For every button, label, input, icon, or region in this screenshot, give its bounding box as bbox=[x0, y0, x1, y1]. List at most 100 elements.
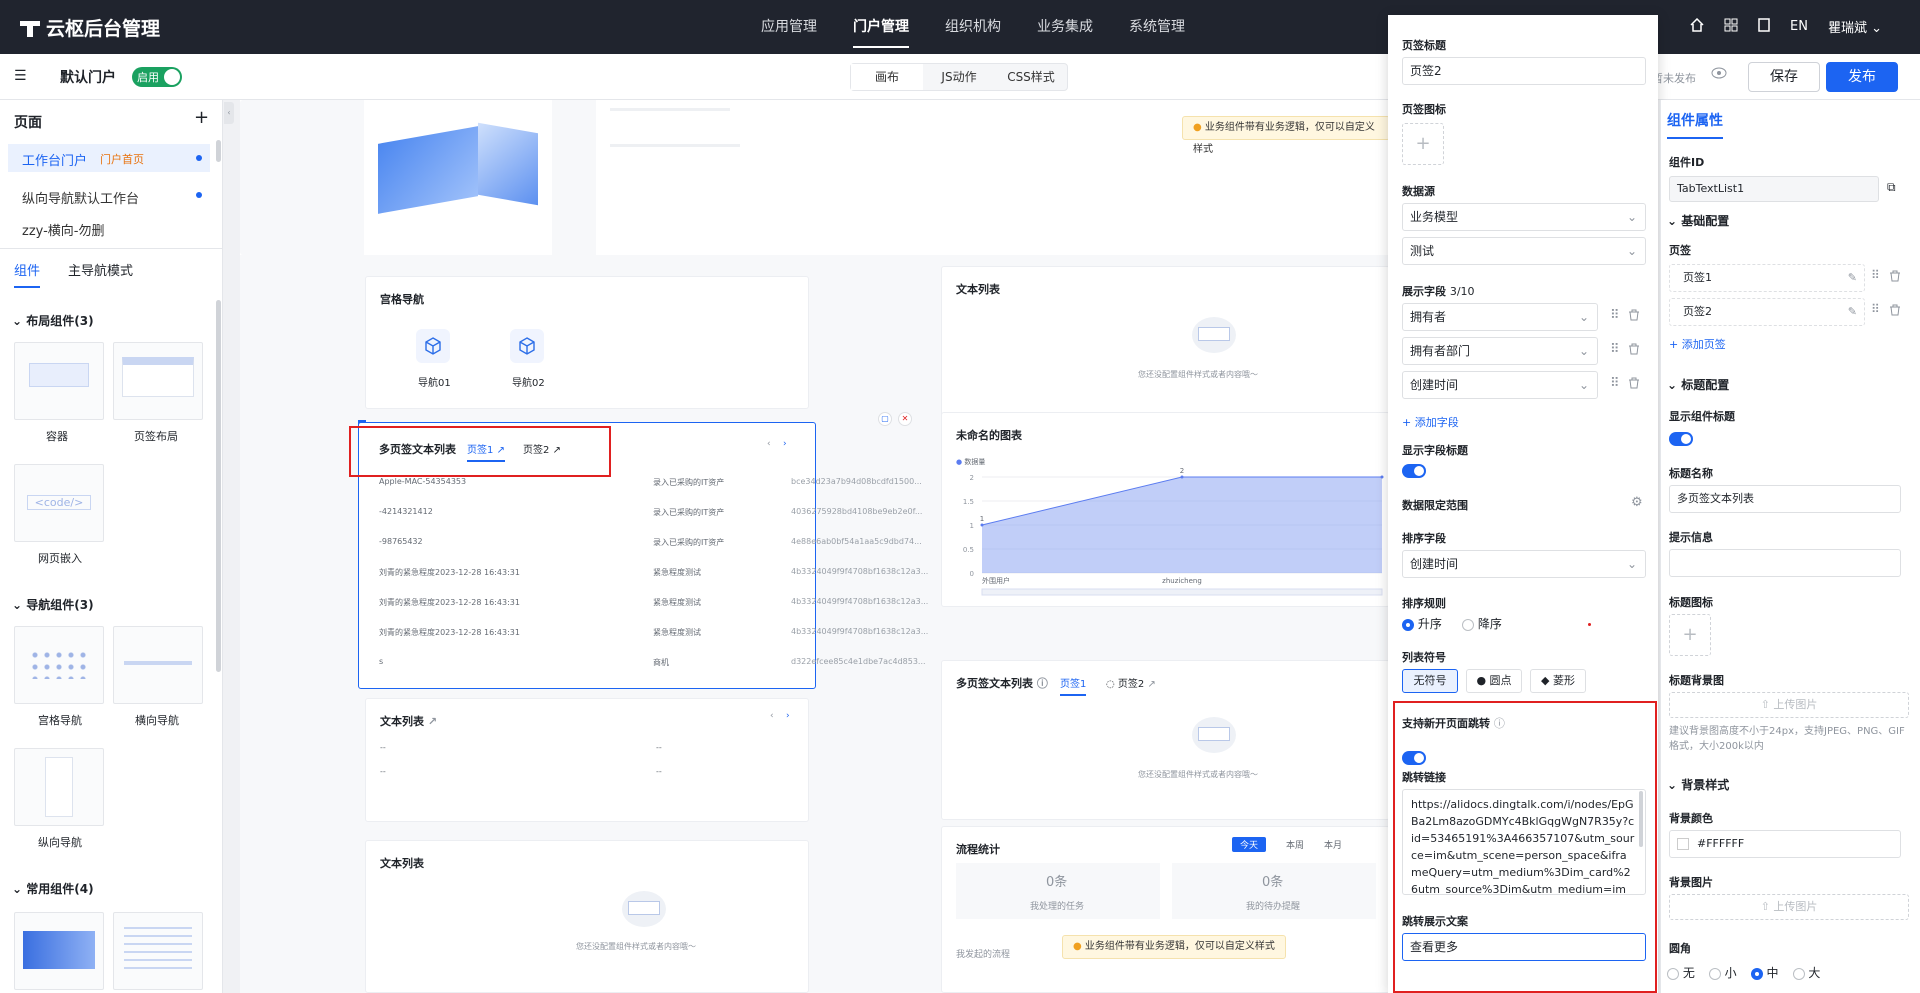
jump-text-input[interactable]: 查看更多 bbox=[1402, 933, 1646, 961]
source-model-select[interactable]: 测试 bbox=[1402, 237, 1646, 265]
menu-fold-icon[interactable]: ☰ bbox=[14, 68, 27, 84]
table-row[interactable]: 刘青的紧急程度2023-12-28 16:43:31 紧急程度测试 4b332404… bbox=[379, 627, 928, 641]
new-page-toggle[interactable] bbox=[1402, 751, 1426, 765]
show-field-title-toggle[interactable] bbox=[1402, 464, 1426, 478]
section-bg-style[interactable]: ⌄ 背景样式 bbox=[1667, 776, 1729, 793]
table-row[interactable]: 刘青的紧急程度2023-12-28 16:43:31 紧急程度测试 4b332404… bbox=[379, 567, 928, 581]
collapse-handle[interactable]: ‹ bbox=[224, 102, 234, 124]
delete-icon[interactable] bbox=[1889, 270, 1901, 285]
field-select-1[interactable]: 拥有者 bbox=[1402, 303, 1598, 331]
tab-1[interactable]: 页签1 bbox=[1060, 675, 1087, 696]
tab-title-input[interactable]: 页签2 bbox=[1402, 57, 1646, 85]
delete-component-icon[interactable]: ✕ bbox=[898, 412, 912, 426]
edit-icon[interactable]: ✎ bbox=[1848, 265, 1857, 291]
bg-color-input[interactable]: #FFFFFF bbox=[1669, 830, 1901, 858]
thumb-banner[interactable] bbox=[14, 912, 104, 990]
thumb-grid-nav[interactable] bbox=[14, 626, 104, 704]
bg-img-upload[interactable]: ⇧ 上传图片 bbox=[1669, 894, 1909, 920]
sort-desc-radio[interactable]: 降序 bbox=[1462, 615, 1502, 632]
book-icon[interactable] bbox=[1758, 17, 1770, 36]
multi-tab-list-card-2[interactable]: 多页签文本列表 ⓘ 页签1 ◌ 页签2 ↗ 您还没配置组件样式或者内容哦～ bbox=[941, 660, 1390, 820]
portal-enable-toggle[interactable]: 启用 bbox=[132, 67, 182, 87]
section-title-config[interactable]: ⌄ 标题配置 bbox=[1667, 376, 1729, 393]
drag-handle-icon[interactable]: ⠿ bbox=[1610, 308, 1620, 323]
drag-handle-icon[interactable]: ⠿ bbox=[1610, 342, 1620, 357]
edit-icon[interactable]: ✎ bbox=[1848, 299, 1857, 325]
delete-icon[interactable] bbox=[1889, 304, 1901, 319]
nav-app-management[interactable]: 应用管理 bbox=[743, 0, 835, 54]
delete-icon[interactable] bbox=[1628, 309, 1640, 324]
home-icon[interactable] bbox=[1690, 17, 1704, 36]
component-props-title[interactable]: 组件属性 bbox=[1667, 110, 1723, 139]
save-button[interactable]: 保存 bbox=[1748, 62, 1820, 92]
thumb-list[interactable] bbox=[113, 912, 203, 990]
banner-card[interactable] bbox=[364, 100, 552, 255]
field-select-3[interactable]: 创建时间 bbox=[1402, 371, 1598, 399]
page-item-workbench[interactable]: 工作台门户 门户首页 bbox=[8, 144, 210, 172]
prev-arrow-icon[interactable]: ‹ bbox=[770, 711, 774, 721]
section-basic[interactable]: ⌄ 基础配置 bbox=[1667, 212, 1729, 229]
preview-eye-icon[interactable] bbox=[1711, 67, 1727, 82]
radius-none[interactable]: 无 bbox=[1667, 964, 1695, 981]
pages-scrollbar[interactable] bbox=[216, 140, 221, 162]
sort-asc-radio[interactable]: 升序 bbox=[1402, 615, 1442, 632]
hint-input[interactable] bbox=[1669, 549, 1901, 577]
group-layout[interactable]: ⌄ 布局组件(3) bbox=[12, 312, 94, 329]
cube-icon[interactable] bbox=[416, 329, 450, 363]
text-list-card-1[interactable]: 文本列表 您还没配置组件样式或者内容哦～ bbox=[941, 266, 1390, 426]
nav-system[interactable]: 系统管理 bbox=[1111, 0, 1203, 54]
app-logo[interactable]: 云枢后台管理 bbox=[20, 14, 160, 41]
thumb-iframe[interactable]: <code/> bbox=[14, 464, 104, 542]
add-tab-link[interactable]: + 添加页签 bbox=[1669, 336, 1726, 352]
chart-card[interactable]: 未命名的图表 ● 数据量 2 1.5 1 0.5 0 1 2 外围用户 zhuzicheng bbox=[941, 412, 1390, 607]
stat-box[interactable]: 0条 我处理的任务 bbox=[956, 863, 1160, 919]
radius-large[interactable]: 大 bbox=[1792, 964, 1820, 981]
components-scrollbar[interactable] bbox=[216, 300, 221, 672]
cube-icon[interactable] bbox=[510, 329, 544, 363]
copy-component-icon[interactable]: ▢ bbox=[878, 412, 892, 426]
radius-small[interactable]: 小 bbox=[1708, 964, 1737, 981]
tab-css-style[interactable]: CSS样式 bbox=[995, 64, 1067, 90]
add-field-link[interactable]: + 添加字段 bbox=[1402, 414, 1459, 430]
filter-week[interactable]: 本周 bbox=[1280, 837, 1310, 852]
drag-handle-icon[interactable]: ⠿ bbox=[1610, 376, 1620, 391]
thumb-vertical-nav[interactable] bbox=[14, 748, 104, 826]
thumb-horizontal-nav[interactable] bbox=[113, 626, 203, 704]
delete-icon[interactable] bbox=[1628, 377, 1640, 392]
bg-image-upload[interactable]: ⇧ 上传图片 bbox=[1669, 692, 1909, 718]
thumb-tab-layout[interactable] bbox=[113, 342, 203, 420]
flow-stats-card[interactable]: 流程统计 今天 本周 本月 0条 我处理的任务 0条 我的待办提醒 我发起的流程… bbox=[941, 826, 1390, 993]
group-common[interactable]: ⌄ 常用组件(4) bbox=[12, 880, 94, 897]
nav-organization[interactable]: 组织机构 bbox=[927, 0, 1019, 54]
next-arrow-icon[interactable]: › bbox=[786, 711, 790, 721]
nav-portal-management[interactable]: 门户管理 bbox=[835, 0, 927, 54]
jump-link-textarea[interactable]: https://alidocs.dingtalk.com/i/nodes/EpG… bbox=[1402, 789, 1646, 895]
page-item-horizontal[interactable]: zzy-横向-勿删 bbox=[22, 220, 105, 239]
field-select-2[interactable]: 拥有者部门 bbox=[1402, 337, 1598, 365]
prev-arrow-icon[interactable]: ‹ bbox=[767, 439, 771, 449]
add-page-icon[interactable]: + bbox=[194, 107, 209, 128]
source-type-select[interactable]: 业务模型 bbox=[1402, 203, 1646, 231]
news-card[interactable]: ● 业务组件带有业务逻辑，仅可以自定义样式 bbox=[596, 100, 1390, 255]
filter-today[interactable]: 今天 bbox=[1232, 837, 1267, 852]
nav-integration[interactable]: 业务集成 bbox=[1019, 0, 1111, 54]
drag-handle-icon[interactable]: ⠿ bbox=[1871, 268, 1880, 282]
delete-icon[interactable] bbox=[1628, 343, 1640, 358]
table-row[interactable]: -98765432 录入已采购的IT资产 4e88e6ab0bf54a1aa5c9d… bbox=[379, 537, 922, 551]
symbol-none[interactable]: 无符号 bbox=[1402, 669, 1458, 693]
thumb-container[interactable] bbox=[14, 342, 104, 420]
table-row[interactable]: -4214321412 录入已采购的IT资产 4036275928bd4108be9… bbox=[379, 507, 922, 521]
tab-icon-upload[interactable]: + bbox=[1402, 123, 1444, 165]
title-icon-upload[interactable]: + bbox=[1669, 614, 1711, 656]
tab-canvas[interactable]: 画布 bbox=[851, 64, 923, 90]
tab-2[interactable]: ◌ 页签2 ↗ bbox=[1106, 675, 1156, 690]
sort-field-select[interactable]: 创建时间 bbox=[1402, 550, 1646, 578]
show-title-toggle[interactable] bbox=[1669, 432, 1693, 446]
tab-main-nav-mode[interactable]: 主导航模式 bbox=[68, 260, 133, 279]
radius-medium[interactable]: 中 bbox=[1750, 964, 1779, 981]
tab-row-2[interactable]: 页签2 ✎ bbox=[1669, 298, 1865, 326]
table-row[interactable]: s 商机 d322efcee85c4e1dbe7ac4d853... bbox=[379, 657, 926, 671]
filter-month[interactable]: 本月 bbox=[1318, 837, 1348, 852]
table-row[interactable]: Apple-MAC-54354353 录入已采购的IT资产 bce34d23a7b9… bbox=[379, 477, 922, 491]
copy-icon[interactable]: ⧉ bbox=[1887, 180, 1896, 195]
